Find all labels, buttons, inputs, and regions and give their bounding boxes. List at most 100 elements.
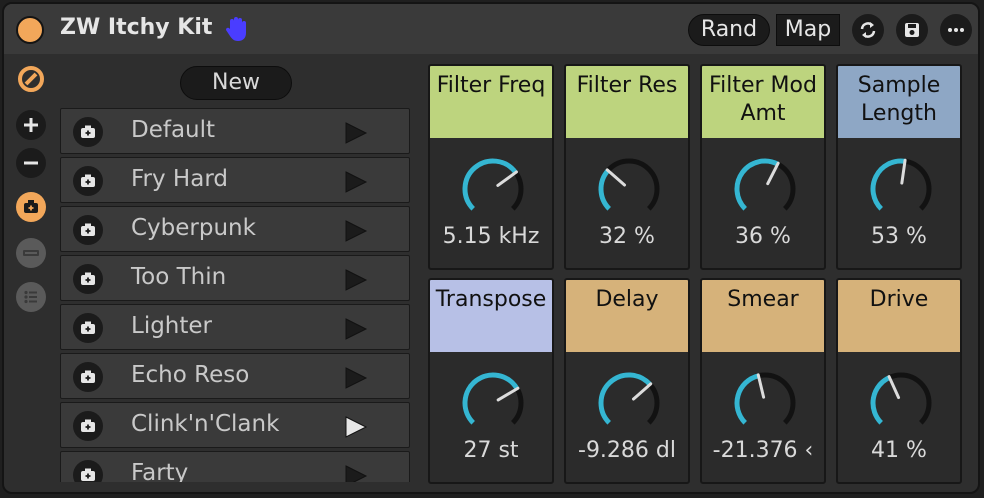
macro-name: Sample Length [838,66,960,138]
macro-value: -9.286 dl [578,438,676,463]
knob-dial[interactable] [732,370,798,436]
macro-value: 32 % [599,224,655,249]
preset-label: Lighter [131,313,213,339]
macro-filter-mod-amt: Filter Mod Amt 36 % [700,64,826,270]
knob-dial[interactable] [596,370,662,436]
macro-sample-length: Sample Length 53 % [836,64,962,270]
preset-save-button[interactable] [73,215,103,245]
macro-smear: Smear -21.376 ‹ [700,278,826,484]
camera-icon [81,419,95,432]
preset-save-button[interactable] [73,460,103,482]
device-power-toggle[interactable] [16,16,44,44]
preset-label: Clink'n'Clank [131,411,280,437]
knob-pointer [496,170,518,187]
macro-value: 53 % [871,224,927,249]
macro-name: Filter Mod Amt [702,66,824,138]
knob-arc [598,168,612,211]
play-icon[interactable] [343,121,369,145]
title-bar: ZW Itchy Kit Rand Map [4,4,978,54]
play-icon[interactable] [343,170,369,194]
preset-save-button[interactable] [73,362,103,392]
hand-icon [225,17,246,41]
logo-button[interactable] [16,64,46,94]
new-preset-button[interactable]: New [180,66,292,100]
minus-icon [24,161,38,165]
list-item[interactable]: Fry Hard [60,157,410,203]
more-button[interactable] [940,14,972,46]
play-icon[interactable] [343,317,369,341]
knob-dial[interactable] [460,370,526,436]
slot-icon [23,250,39,256]
rand-button[interactable]: Rand [688,14,770,46]
play-icon[interactable] [343,415,369,439]
camera-icon [24,200,38,213]
save-icon [905,23,919,37]
preset-save-button[interactable] [73,166,103,196]
snapshot-button[interactable] [16,192,46,222]
preset-list: Default Fry Hard Cyberpunk Too Thin Ligh… [60,108,412,482]
device-title: ZW Itchy Kit [60,15,213,40]
play-icon[interactable] [343,366,369,390]
camera-icon [81,370,95,383]
knob-pointer [605,168,626,187]
map-button[interactable]: Map [776,14,840,46]
list-item[interactable]: Farty [60,451,410,482]
knob-pointer [756,373,766,399]
knob-track [598,158,660,211]
knob-arc [870,158,906,211]
preset-label: Echo Reso [131,362,250,388]
macro-name: Filter Res [566,66,688,138]
macro-drive: Drive 41 % [836,278,962,484]
play-icon[interactable] [343,219,369,243]
macro-filter-res: Filter Res 32 % [564,64,690,270]
preset-save-button[interactable] [73,264,103,294]
device-panel: ZW Itchy Kit Rand Map New Default Fry Ha… [2,2,980,494]
list-item[interactable]: Cyberpunk [60,206,410,252]
camera-icon [81,223,95,236]
preset-label: Fry Hard [131,166,228,192]
preset-label: Default [131,117,216,143]
swap-icon [860,22,876,38]
knob-arc [734,158,779,211]
slot-button[interactable] [16,238,46,268]
list-item[interactable]: Too Thin [60,255,410,301]
play-icon[interactable] [343,464,369,482]
play-icon[interactable] [343,268,369,292]
preset-label: Cyberpunk [131,215,256,241]
list-item[interactable]: Lighter [60,304,410,350]
camera-icon [81,125,95,138]
macro-value: -21.376 ‹ [712,438,814,463]
camera-icon [81,321,95,334]
macro-filter-freq: Filter Freq 5.15 kHz [428,64,554,270]
knob-pointer [496,386,520,402]
macro-delay: Delay -9.286 dl [564,278,690,484]
knob-arc [462,372,520,425]
knob-dial[interactable] [732,156,798,222]
list-item[interactable]: Echo Reso [60,353,410,399]
macro-value: 41 % [871,438,927,463]
knob-arc [462,158,518,211]
knob-dial[interactable] [596,156,662,222]
preset-save-button[interactable] [73,411,103,441]
list-button[interactable] [16,282,46,312]
camera-icon [81,174,95,187]
knob-arc [870,375,891,425]
macro-value: 36 % [735,224,791,249]
preset-save-button[interactable] [73,313,103,343]
knob-dial[interactable] [460,156,526,222]
macro-name: Delay [566,280,688,352]
preset-save-button[interactable] [73,117,103,147]
knob-arc [598,372,652,425]
knob-pointer [887,375,901,400]
logo-icon [18,66,44,92]
remove-preset-button[interactable] [16,148,46,178]
list-item[interactable]: Clink'n'Clank [60,402,410,448]
macro-value: 27 st [463,438,519,463]
macro-name: Drive [838,280,960,352]
knob-dial[interactable] [868,156,934,222]
knob-dial[interactable] [868,370,934,436]
add-preset-button[interactable] [16,110,46,140]
swap-button[interactable] [852,14,884,46]
list-item[interactable]: Default [60,108,410,154]
save-button[interactable] [896,14,928,46]
